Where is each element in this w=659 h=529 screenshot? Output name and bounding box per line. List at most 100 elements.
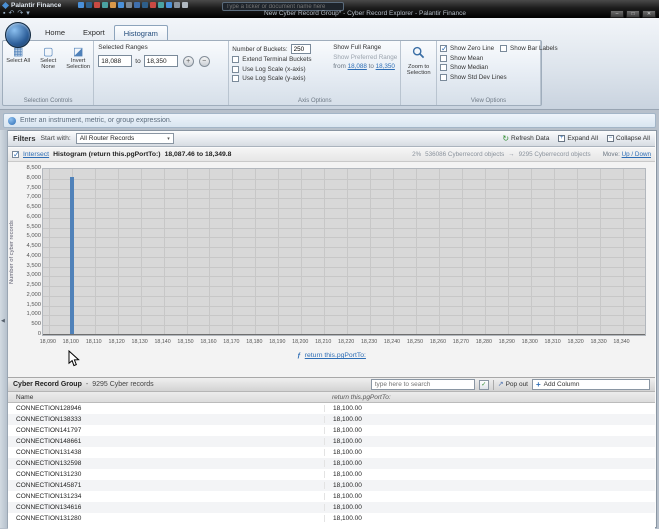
checkbox-box: [440, 64, 447, 72]
toolbar-icon[interactable]: [126, 2, 132, 8]
checkbox-box: [440, 73, 447, 81]
range-to-word: to: [135, 57, 141, 65]
toolbar-icon[interactable]: [158, 2, 164, 8]
x-tick-label: 18,260: [429, 339, 447, 345]
toolbar-icon[interactable]: [150, 2, 156, 8]
checkbox-box: ✓: [440, 44, 448, 54]
x-tick-label: 18,200: [292, 339, 309, 345]
toolbar-icon[interactable]: [182, 2, 188, 8]
refresh-data-button[interactable]: ↻ Refresh Data: [502, 134, 549, 143]
left-panel-collapse-strip[interactable]: ◀: [0, 130, 8, 528]
cell-value: 18,100.00: [324, 427, 362, 434]
axis-option-checkbox[interactable]: Extend Terminal Buckets: [232, 55, 330, 65]
table-row[interactable]: CONNECTION131280 18,100.00: [8, 513, 655, 524]
expression-bar[interactable]: Enter an instrument, metric, or group ex…: [3, 113, 656, 128]
toolbar-icon[interactable]: [86, 2, 92, 8]
titlebar-app-icons: [78, 2, 188, 8]
dropdown-icon[interactable]: ▾: [26, 10, 30, 17]
h-gridline: [43, 305, 645, 307]
move-up-down-links[interactable]: Up / Down: [622, 151, 651, 158]
table-row[interactable]: CONNECTION134616 18,100.00: [8, 502, 655, 513]
h-gridline: [43, 227, 645, 229]
zoom-to-selection-button[interactable]: Zoom to Selection: [401, 46, 436, 76]
table-row[interactable]: CONNECTION141797 18,100.00: [8, 425, 655, 436]
maximize-button[interactable]: □: [626, 10, 640, 18]
table-row[interactable]: CONNECTION138333 18,100.00: [8, 414, 655, 425]
pop-out-button[interactable]: ↗ Pop out: [498, 381, 528, 389]
table-search-input[interactable]: [370, 379, 475, 390]
magnifier-icon: [413, 46, 425, 59]
plot-area[interactable]: [42, 168, 646, 336]
expand-all-button[interactable]: + Expand All: [558, 135, 598, 142]
table-row[interactable]: CONNECTION148661 18,100.00: [8, 436, 655, 447]
toolbar-icon[interactable]: [118, 2, 124, 8]
view-option-checkbox[interactable]: ✓ Show Zero Line: [440, 44, 500, 54]
application-menu-button[interactable]: [5, 22, 31, 48]
toolbar-icon[interactable]: [102, 2, 108, 8]
axis-option-checkbox[interactable]: Use Log Scale (x-axis): [232, 65, 330, 75]
ribbon-body: ▦ Select All ▢ Select None ◪ Invert Selection…: [2, 40, 558, 106]
cell-name: CONNECTION131230: [16, 471, 82, 478]
y-tick-label: 8,000: [26, 174, 41, 181]
table-row[interactable]: CONNECTION145871 18,100.00: [8, 480, 655, 491]
view-option-checkbox[interactable]: Show Median: [440, 63, 500, 73]
collapse-all-button[interactable]: − Collapse All: [607, 135, 650, 142]
buckets-input[interactable]: [290, 44, 311, 54]
toolbar-icon[interactable]: [142, 2, 148, 8]
column-header-value[interactable]: return this.pgPortTo:: [332, 394, 391, 401]
table-row[interactable]: CONNECTION128946 18,100.00: [8, 403, 655, 414]
toolbar-icon[interactable]: [134, 2, 140, 8]
axis-option-checkbox[interactable]: Use Log Scale (y-axis): [232, 74, 330, 84]
histogram-filter-header: ✓ Intersect Histogram (return this.pgPor…: [8, 148, 655, 162]
close-button[interactable]: ✕: [642, 10, 656, 18]
x-tick-label: 18,310: [544, 339, 561, 345]
checkbox-label: Show Median: [450, 64, 489, 72]
tab-histogram[interactable]: Histogram: [113, 25, 168, 40]
h-gridline: [43, 237, 645, 239]
chart-expression-link[interactable]: return this.pgPortTo:: [305, 352, 366, 359]
table-row[interactable]: CONNECTION132598 18,100.00: [8, 458, 655, 469]
ribbon-button-select-none[interactable]: ▢ Select None: [34, 46, 62, 70]
remove-range-icon[interactable]: −: [198, 55, 210, 67]
view-option-checkbox[interactable]: Show Mean: [440, 54, 500, 64]
toolbar-icon[interactable]: [166, 2, 172, 8]
toolbar-icon[interactable]: [174, 2, 180, 8]
from-range-link[interactable]: 18,088: [348, 63, 367, 70]
to-range-link[interactable]: 18,350: [376, 63, 395, 70]
v-gridline: [278, 169, 280, 335]
intersect-checkbox[interactable]: ✓: [12, 150, 20, 160]
ribbon-button-select-all[interactable]: ▦ Select All: [4, 46, 32, 70]
table-row[interactable]: CONNECTION131234 18,100.00: [8, 491, 655, 502]
search-go-icon[interactable]: ✓: [478, 379, 489, 390]
range-to-input[interactable]: [143, 55, 178, 67]
toolbar-icon[interactable]: [94, 2, 100, 8]
redo-icon[interactable]: ↷: [17, 10, 23, 17]
range-from-input[interactable]: [98, 55, 133, 67]
tab-export[interactable]: Export: [74, 25, 114, 40]
start-with-dropdown[interactable]: All Router Records ▾: [75, 133, 174, 144]
table-row[interactable]: CONNECTION131230 18,100.00: [8, 469, 655, 480]
ribbon-button-invert-selection[interactable]: ◪ Invert Selection: [64, 46, 92, 70]
title-bar: Palantir Finance ▪↶↷▾ New Cyber Record G…: [0, 0, 659, 18]
intersect-link[interactable]: Intersect: [23, 151, 49, 158]
h-gridline: [43, 208, 645, 210]
table-row[interactable]: CONNECTION131438 18,100.00: [8, 447, 655, 458]
y-tick-label: 4,000: [26, 252, 41, 259]
view-option-checkbox[interactable]: Show Bar Labels: [500, 44, 558, 54]
histogram-bar[interactable]: [69, 176, 74, 335]
add-range-icon[interactable]: +: [182, 55, 194, 67]
filter-percent: 2%: [412, 151, 422, 158]
column-header-name[interactable]: Name: [16, 394, 33, 401]
undo-icon[interactable]: ↶: [8, 10, 14, 17]
show-full-range-option[interactable]: Show Full Range: [333, 43, 397, 53]
toolbar-icon[interactable]: [78, 2, 84, 8]
h-gridline: [43, 188, 645, 190]
v-gridline: [163, 169, 165, 335]
view-option-checkbox[interactable]: Show Std Dev Lines: [440, 73, 507, 83]
minimize-button[interactable]: –: [610, 10, 624, 18]
v-gridline: [576, 169, 578, 335]
tab-home[interactable]: Home: [36, 25, 74, 40]
save-icon[interactable]: ▪: [3, 10, 5, 17]
add-column-button[interactable]: + Add Column: [532, 379, 650, 390]
toolbar-icon[interactable]: [110, 2, 116, 8]
